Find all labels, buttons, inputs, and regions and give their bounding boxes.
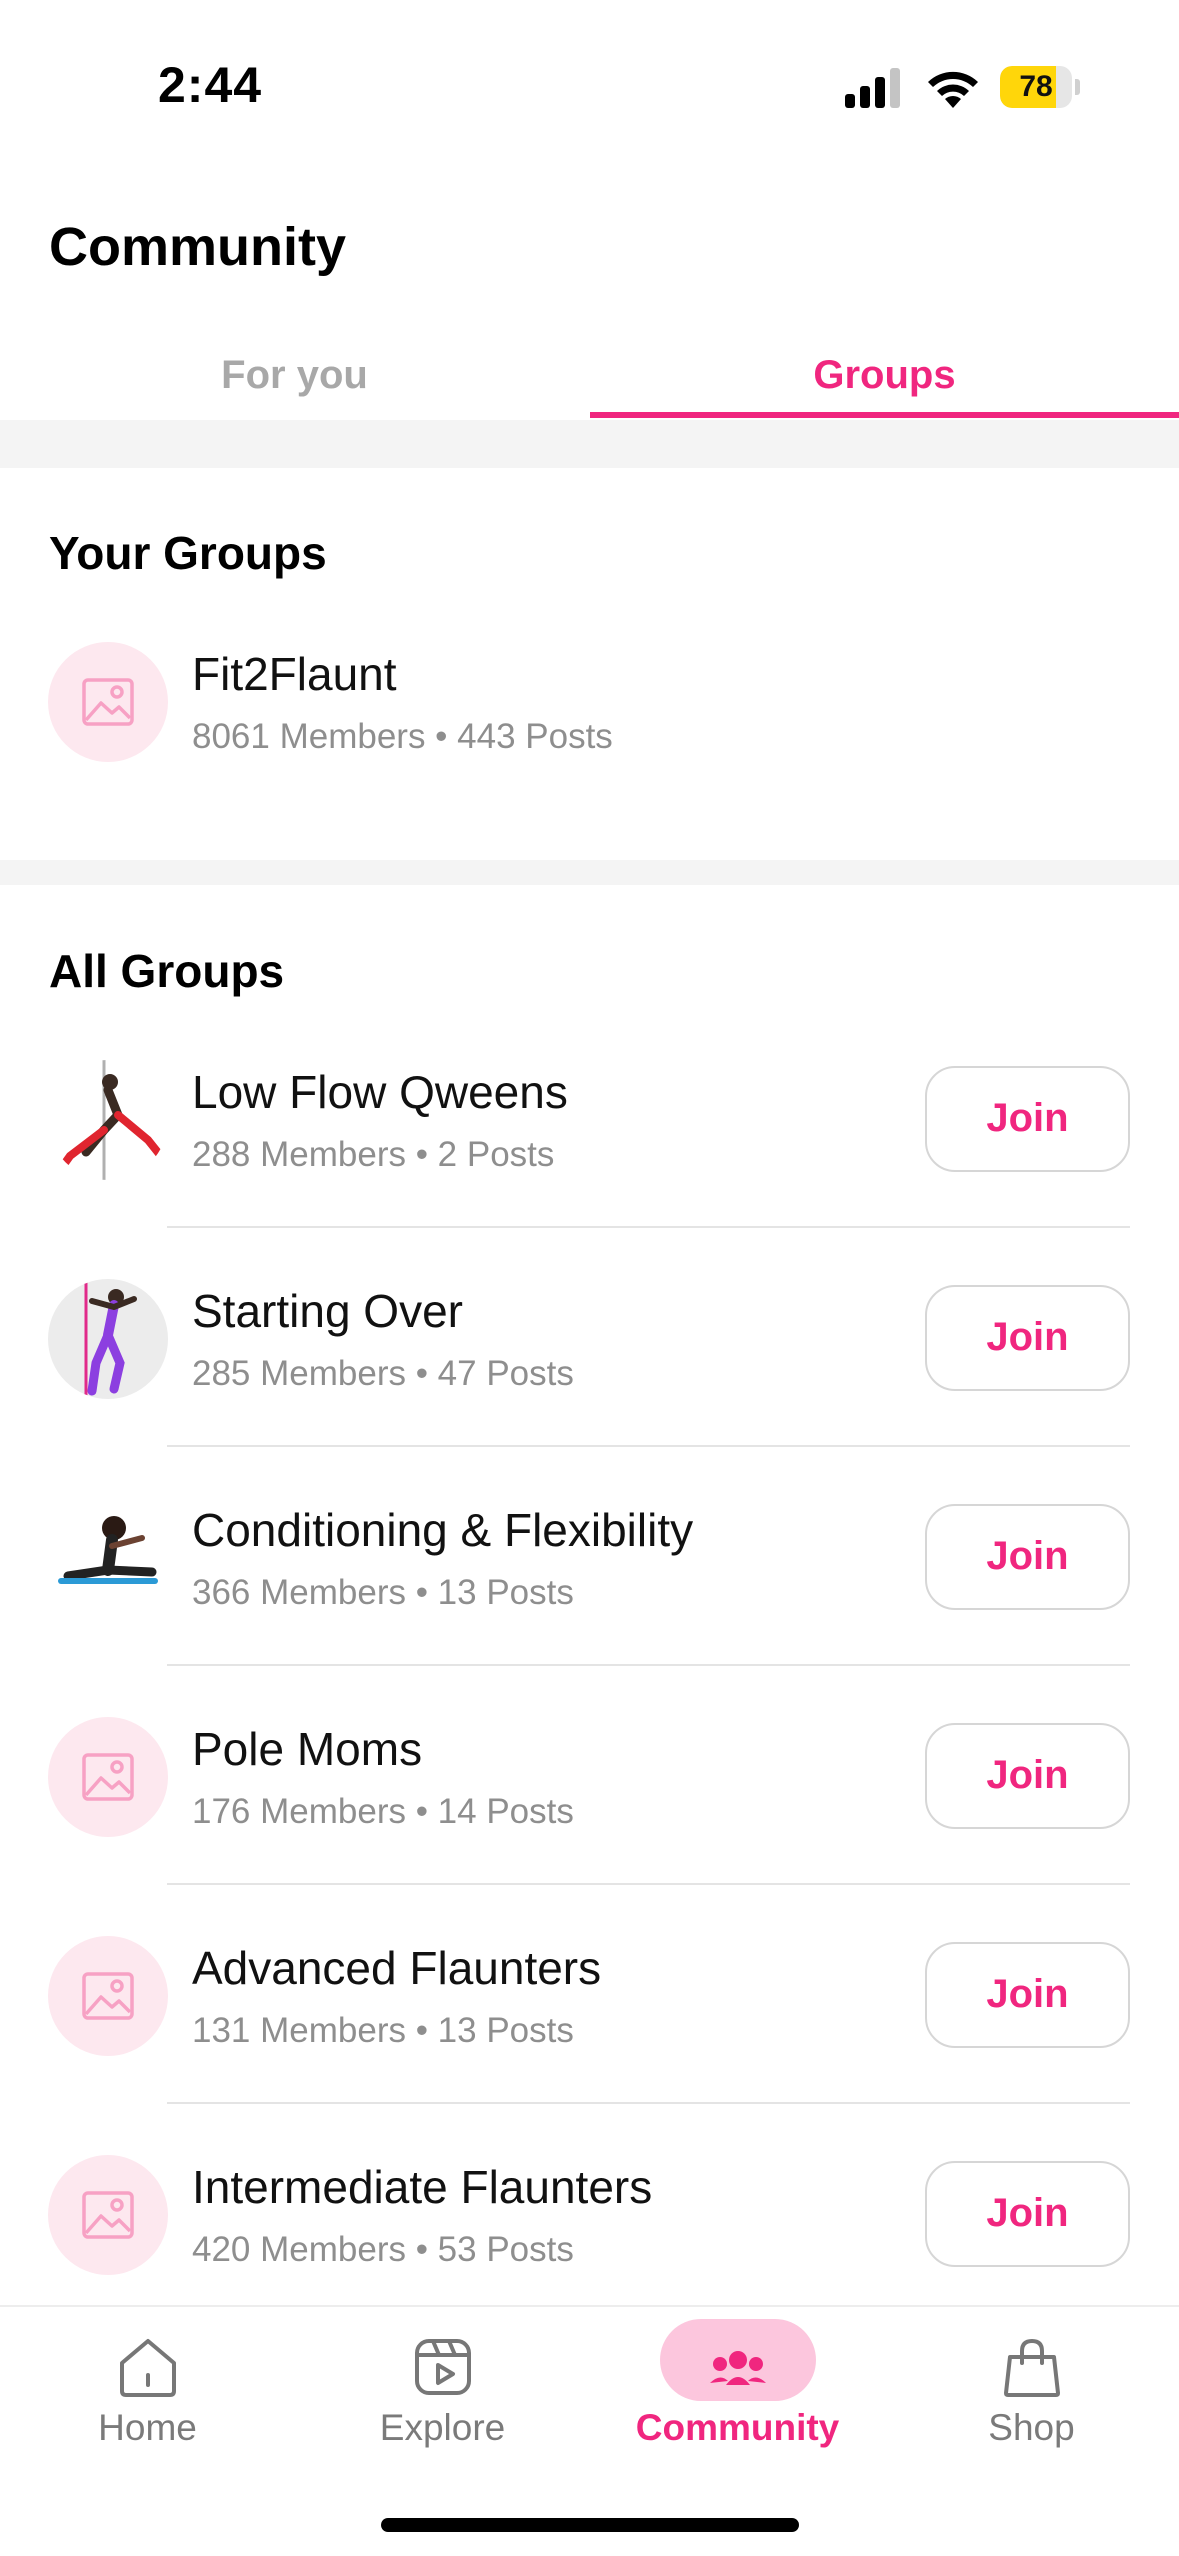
status-time: 2:44 [158,57,263,113]
nav-community-label: Community [635,2407,840,2448]
image-placeholder-icon [48,1935,168,2056]
nav-home[interactable]: Home [0,2307,295,2507]
cellular-signal-icon [845,68,905,108]
group-row-starting-over[interactable]: Starting Over 285 Members • 47 Posts Joi… [0,1229,1179,1448]
group-stats: 8061 Members • 443 Posts [192,717,613,756]
page-title: Community [49,217,346,277]
group-stats: 366 Members • 13 Posts [192,1573,574,1612]
nav-home-label: Home [98,2407,197,2448]
group-row-intermediate-flaunters[interactable]: Intermediate Flaunters 420 Members • 53 … [0,2105,1179,2324]
group-name: Pole Moms [192,1723,423,1775]
group-stats: 420 Members • 53 Posts [192,2230,574,2269]
active-tab-indicator [590,412,1179,418]
join-button[interactable]: Join [925,1504,1130,1610]
battery-level: 78 [1019,70,1053,103]
group-name: Intermediate Flaunters [192,2161,653,2213]
group-row-pole-moms[interactable]: Pole Moms 176 Members • 14 Posts Join [0,1667,1179,1886]
tab-bar: For you Groups [0,340,1179,420]
row-divider [167,1445,1130,1447]
tab-groups[interactable]: Groups [590,340,1179,420]
row-divider [167,1664,1130,1666]
home-indicator[interactable] [381,2518,799,2532]
group-avatar-photo [48,1278,168,1399]
join-button[interactable]: Join [925,1942,1130,2048]
join-button[interactable]: Join [925,1723,1130,1829]
image-placeholder-icon [48,641,168,762]
group-avatar-photo [48,1059,168,1180]
nav-shop[interactable]: Shop [884,2307,1179,2507]
group-stats: 176 Members • 14 Posts [192,1792,574,1831]
image-placeholder-icon [48,2154,168,2275]
tab-for-you[interactable]: For you [0,340,589,420]
nav-explore[interactable]: Explore [295,2307,590,2507]
group-avatar-photo [48,1497,168,1618]
group-name: Starting Over [192,1285,463,1337]
group-row-fit2flaunt[interactable]: Fit2Flaunt 8061 Members • 443 Posts [0,592,1179,811]
group-row-conditioning-flexibility[interactable]: Conditioning & Flexibility 366 Members •… [0,1448,1179,1667]
image-placeholder-icon [48,1716,168,1837]
nav-community[interactable]: Community [590,2307,885,2507]
group-name: Advanced Flaunters [192,1942,602,1994]
join-button[interactable]: Join [925,1066,1130,1172]
group-row-advanced-flaunters[interactable]: Advanced Flaunters 131 Members • 13 Post… [0,1886,1179,2105]
section-separator [0,420,1179,468]
row-divider [167,1883,1130,1885]
all-groups-title: All Groups [49,945,285,997]
wifi-icon [925,64,981,108]
section-separator [0,860,1179,885]
group-name: Conditioning & Flexibility [192,1504,694,1556]
join-button[interactable]: Join [925,1285,1130,1391]
group-name: Fit2Flaunt [192,648,397,700]
community-icon [698,2327,778,2407]
group-stats: 288 Members • 2 Posts [192,1135,555,1174]
your-groups-title: Your Groups [49,527,327,579]
home-icon [108,2327,188,2407]
group-stats: 285 Members • 47 Posts [192,1354,574,1393]
join-button[interactable]: Join [925,2161,1130,2267]
shopping-bag-icon [992,2327,1072,2407]
row-divider [167,2102,1130,2104]
play-icon [403,2327,483,2407]
nav-explore-label: Explore [379,2407,506,2448]
group-row-low-flow-qweens[interactable]: Low Flow Qweens 288 Members • 2 Posts Jo… [0,1010,1179,1229]
group-name: Low Flow Qweens [192,1066,568,1118]
nav-shop-label: Shop [988,2407,1075,2448]
battery-icon: 78 [1000,66,1080,108]
status-bar: 2:44 78 [0,0,1179,150]
group-stats: 131 Members • 13 Posts [192,2011,574,2050]
row-divider [167,1226,1130,1228]
